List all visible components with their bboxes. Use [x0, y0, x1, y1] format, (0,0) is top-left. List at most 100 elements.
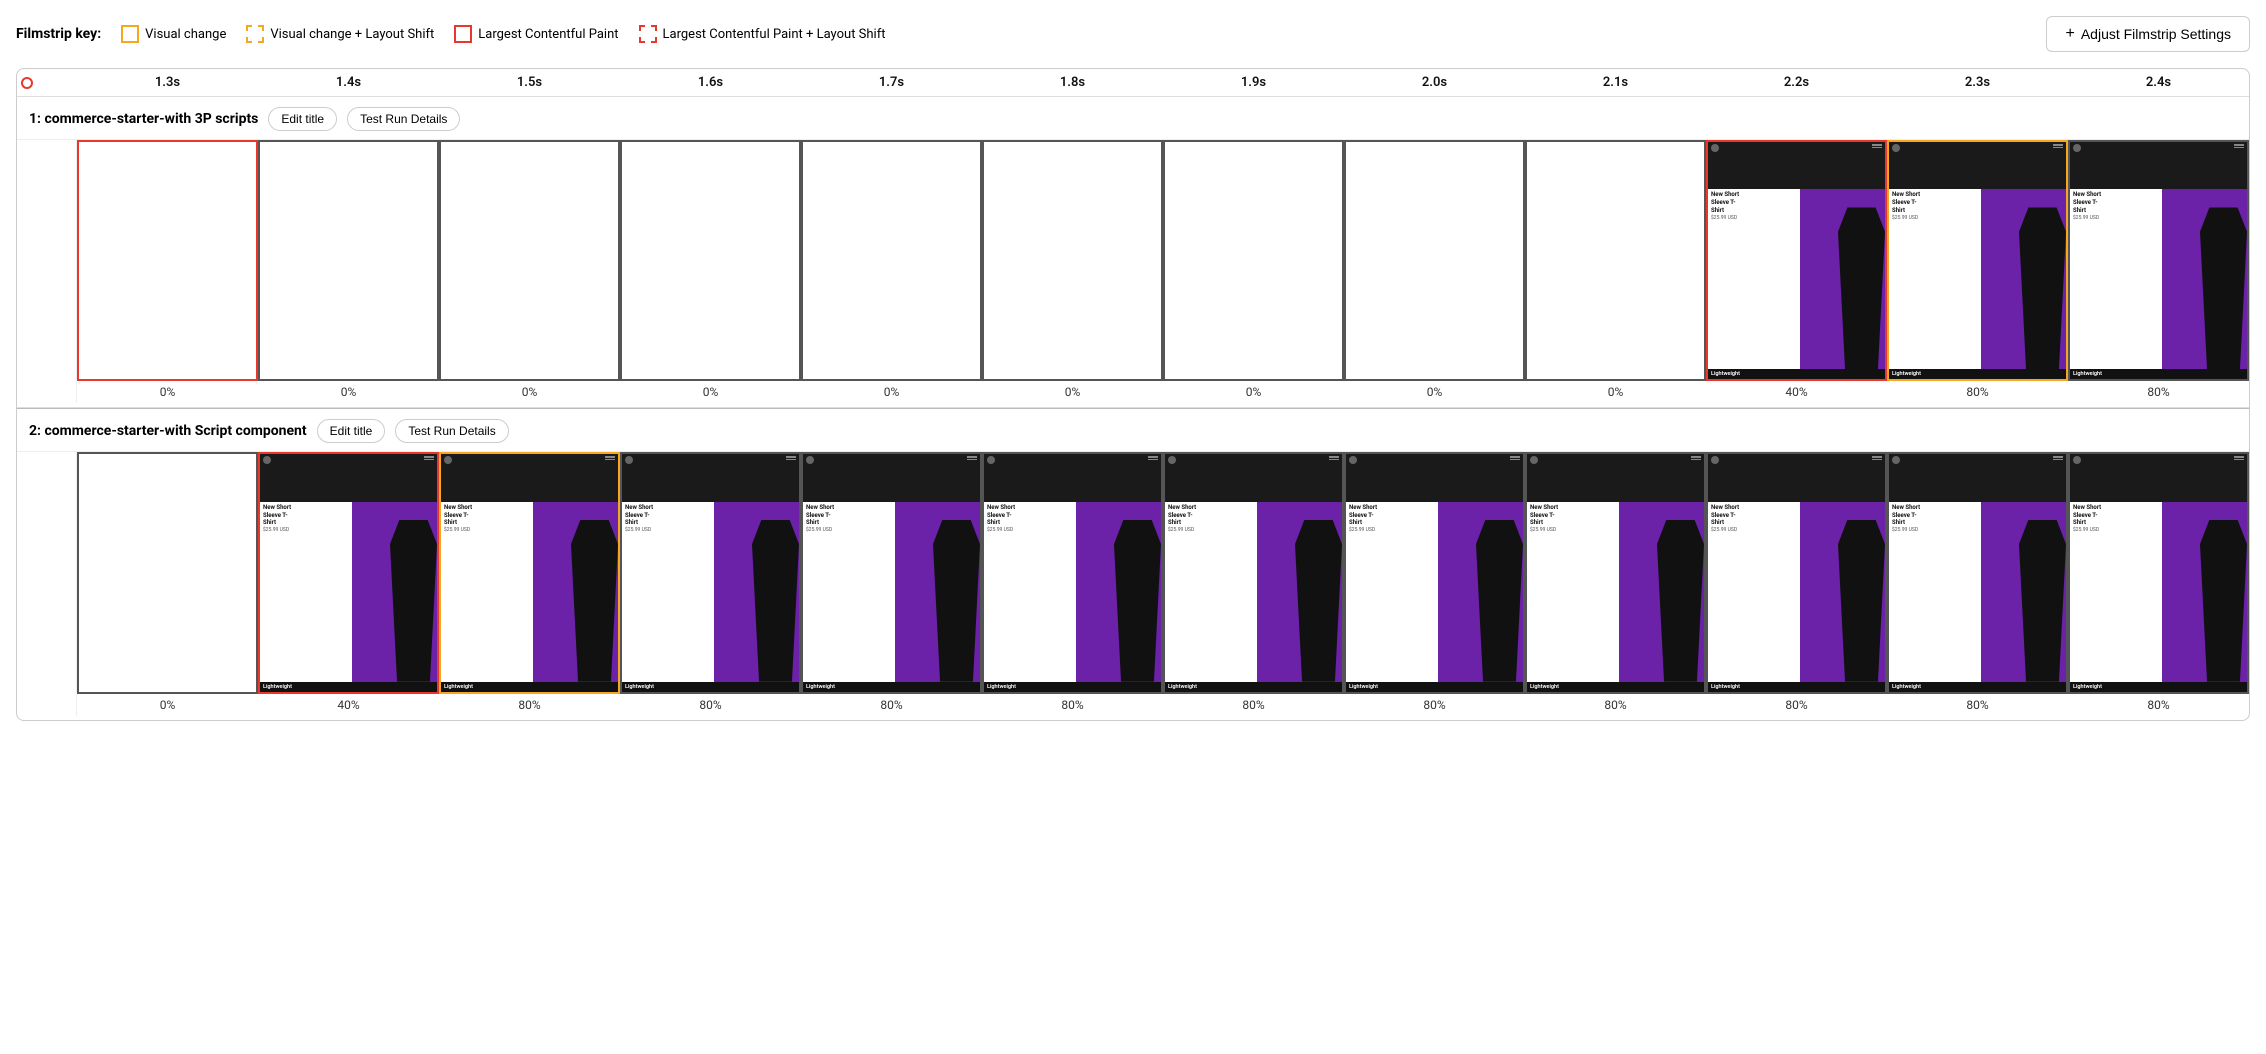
frame-cell-0-4[interactable]: 0%	[801, 140, 982, 403]
frame-thumb-0-2	[439, 140, 620, 381]
frame-thumb-0-0	[77, 140, 258, 381]
tick-3: 1.6s	[620, 75, 801, 90]
frame-cell-0-0[interactable]: 0%	[77, 140, 258, 403]
frame-cell-0-3[interactable]: 0%	[620, 140, 801, 403]
row-2-test-run-button[interactable]: Test Run Details	[395, 419, 508, 443]
frame-cell-0-7[interactable]: 0%	[1344, 140, 1525, 403]
frame-pct-0-4: 0%	[884, 381, 900, 403]
frame-cell-1-0[interactable]: 0%	[77, 452, 258, 715]
frame-thumb-0-10: New ShortSleeve T-Shirt $25.99 USD Light…	[1887, 140, 2068, 381]
frame-pct-0-6: 0%	[1246, 381, 1262, 403]
frame-thumb-1-3: New ShortSleeve T-Shirt $25.99 USD Light…	[620, 452, 801, 693]
tick-4: 1.7s	[801, 75, 982, 90]
tick-9: 2.2s	[1706, 75, 1887, 90]
frame-cell-1-1[interactable]: New ShortSleeve T-Shirt $25.99 USD Light…	[258, 452, 439, 715]
frame-cell-0-8[interactable]: 0%	[1525, 140, 1706, 403]
legend-box-lcp-layout-shift	[639, 25, 657, 43]
tick-7: 2.0s	[1344, 75, 1525, 90]
frame-pct-1-8: 80%	[1604, 694, 1626, 716]
frame-thumb-0-1	[258, 140, 439, 381]
frame-cell-0-6[interactable]: 0%	[1163, 140, 1344, 403]
frame-thumb-1-9: New ShortSleeve T-Shirt $25.99 USD Light…	[1706, 452, 1887, 693]
timeline-header: 1.3s 1.4s 1.5s 1.6s 1.7s 1.8s 1.9s 2.0s …	[17, 69, 2249, 97]
frame-pct-0-0: 0%	[160, 381, 176, 403]
frame-thumb-0-6	[1163, 140, 1344, 381]
frame-pct-1-1: 40%	[337, 694, 359, 716]
legend-label: Filmstrip key:	[16, 26, 101, 42]
frame-cell-0-1[interactable]: 0%	[258, 140, 439, 403]
frame-thumb-1-0	[77, 452, 258, 693]
timeline-start-col	[17, 75, 77, 90]
row-1-frames-grid: 0% 0% 0% 0% 0% 0% 0% 0% 0% New ShortSleeve T-Shi…	[17, 139, 2249, 403]
frame-pct-1-7: 80%	[1423, 694, 1445, 716]
legend-item-visual-change-layout-shift: Visual change + Layout Shift	[246, 25, 434, 43]
legend-text-visual-change-layout-shift: Visual change + Layout Shift	[270, 27, 434, 42]
frame-cell-0-5[interactable]: 0%	[982, 140, 1163, 403]
frame-cell-1-5[interactable]: New ShortSleeve T-Shirt $25.99 USD Light…	[982, 452, 1163, 715]
row-2-edit-title-button[interactable]: Edit title	[317, 419, 386, 443]
adjust-filmstrip-button[interactable]: + Adjust Filmstrip Settings	[2046, 16, 2250, 52]
tick-8: 2.1s	[1525, 75, 1706, 90]
frame-pct-0-7: 0%	[1427, 381, 1443, 403]
frame-pct-0-2: 0%	[522, 381, 538, 403]
frame-thumb-0-11: New ShortSleeve T-Shirt $25.99 USD Light…	[2068, 140, 2249, 381]
legend-box-visual-change-layout-shift	[246, 25, 264, 43]
frame-cell-1-8[interactable]: New ShortSleeve T-Shirt $25.99 USD Light…	[1525, 452, 1706, 715]
plus-icon: +	[2065, 25, 2074, 43]
legend-bar: Filmstrip key: Visual change Visual chan…	[16, 16, 2250, 52]
frame-thumb-0-5	[982, 140, 1163, 381]
legend-box-visual-change	[121, 25, 139, 43]
frame-thumb-1-4: New ShortSleeve T-Shirt $25.99 USD Light…	[801, 452, 982, 693]
frame-cell-0-10[interactable]: New ShortSleeve T-Shirt $25.99 USD Light…	[1887, 140, 2068, 403]
row-2-label-bar: 2: commerce-starter-with Script componen…	[17, 419, 2249, 451]
frame-thumb-1-10: New ShortSleeve T-Shirt $25.99 USD Light…	[1887, 452, 2068, 693]
frame-pct-1-0: 0%	[160, 694, 176, 716]
filmstrip-container: 1.3s 1.4s 1.5s 1.6s 1.7s 1.8s 1.9s 2.0s …	[16, 68, 2250, 721]
frame-cell-1-6[interactable]: New ShortSleeve T-Shirt $25.99 USD Light…	[1163, 452, 1344, 715]
frame-pct-0-1: 0%	[341, 381, 357, 403]
frame-cell-0-9[interactable]: New ShortSleeve T-Shirt $25.99 USD Light…	[1706, 140, 1887, 403]
row-2-frames-grid: 0% New ShortSleeve T-Shirt $25.99 USD Li…	[17, 451, 2249, 715]
frame-cell-1-9[interactable]: New ShortSleeve T-Shirt $25.99 USD Light…	[1706, 452, 1887, 715]
frame-pct-1-9: 80%	[1785, 694, 1807, 716]
tick-11: 2.4s	[2068, 75, 2249, 90]
frame-cell-1-2[interactable]: New ShortSleeve T-Shirt $25.99 USD Light…	[439, 452, 620, 715]
row-1-label-bar: 1: commerce-starter-with 3P scripts Edit…	[17, 107, 2249, 139]
legend-item-lcp: Largest Contentful Paint	[454, 25, 618, 43]
frame-thumb-0-4	[801, 140, 982, 381]
tick-2: 1.5s	[439, 75, 620, 90]
legend-items: Filmstrip key: Visual change Visual chan…	[16, 25, 885, 43]
frame-cell-1-7[interactable]: New ShortSleeve T-Shirt $25.99 USD Light…	[1344, 452, 1525, 715]
frame-cell-0-2[interactable]: 0%	[439, 140, 620, 403]
frame-cell-1-3[interactable]: New ShortSleeve T-Shirt $25.99 USD Light…	[620, 452, 801, 715]
frame-thumb-0-7	[1344, 140, 1525, 381]
frame-pct-0-11: 80%	[2147, 381, 2169, 403]
legend-box-lcp	[454, 25, 472, 43]
tick-0: 1.3s	[77, 75, 258, 90]
frame-thumb-0-8	[1525, 140, 1706, 381]
frame-thumb-0-3	[620, 140, 801, 381]
frame-thumb-1-1: New ShortSleeve T-Shirt $25.99 USD Light…	[258, 452, 439, 693]
frame-thumb-1-5: New ShortSleeve T-Shirt $25.99 USD Light…	[982, 452, 1163, 693]
row-1-section: 1: commerce-starter-with 3P scripts Edit…	[17, 97, 2249, 408]
frame-thumb-1-8: New ShortSleeve T-Shirt $25.99 USD Light…	[1525, 452, 1706, 693]
tick-10: 2.3s	[1887, 75, 2068, 90]
row-1-edit-title-button[interactable]: Edit title	[268, 107, 337, 131]
lcp-dot	[21, 77, 33, 89]
row-2-title: 2: commerce-starter-with Script componen…	[29, 423, 307, 439]
legend-text-lcp: Largest Contentful Paint	[478, 27, 618, 42]
frame-cell-1-10[interactable]: New ShortSleeve T-Shirt $25.99 USD Light…	[1887, 452, 2068, 715]
frame-cell-1-11[interactable]: New ShortSleeve T-Shirt $25.99 USD Light…	[2068, 452, 2249, 715]
frame-cell-1-4[interactable]: New ShortSleeve T-Shirt $25.99 USD Light…	[801, 452, 982, 715]
frame-pct-1-11: 80%	[2147, 694, 2169, 716]
frame-thumb-1-6: New ShortSleeve T-Shirt $25.99 USD Light…	[1163, 452, 1344, 693]
row-1-test-run-button[interactable]: Test Run Details	[347, 107, 460, 131]
frame-spacer	[17, 140, 77, 403]
tick-5: 1.8s	[982, 75, 1163, 90]
frame-pct-0-5: 0%	[1065, 381, 1081, 403]
frame-cell-0-11[interactable]: New ShortSleeve T-Shirt $25.99 USD Light…	[2068, 140, 2249, 403]
frame-pct-1-10: 80%	[1966, 694, 1988, 716]
tick-6: 1.9s	[1163, 75, 1344, 90]
frame-thumb-1-2: New ShortSleeve T-Shirt $25.99 USD Light…	[439, 452, 620, 693]
frame-pct-0-10: 80%	[1966, 381, 1988, 403]
